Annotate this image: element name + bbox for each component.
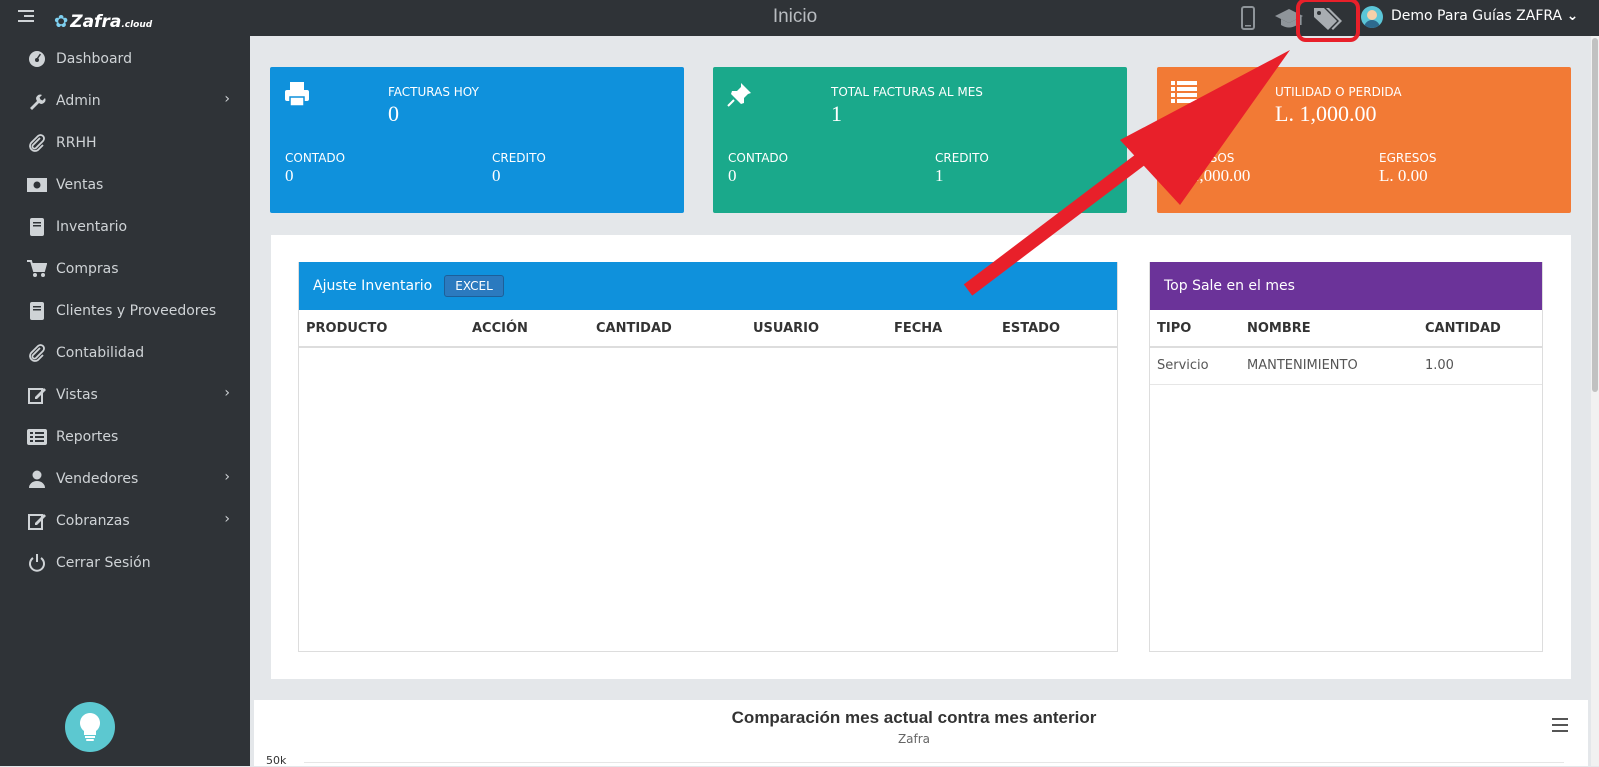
- help-lightbulb-button[interactable]: [65, 702, 115, 752]
- sidebar-item-dashboard[interactable]: Dashboard: [0, 42, 250, 76]
- sidebar-item-cerrar-sesion[interactable]: Cerrar Sesión: [0, 546, 250, 580]
- card-left-value: 0: [285, 166, 294, 185]
- top-bar: ✿ Zafra.cloud Inicio Demo Para Guías ZAFR…: [0, 0, 1599, 42]
- card-right-value: L. 0.00: [1379, 166, 1428, 185]
- card-left-value: L. 1,000.00: [1172, 166, 1251, 185]
- menu-toggle-icon[interactable]: [18, 10, 34, 24]
- utilidad-perdida-card: UTILIDAD O PERDIDA L. 1,000.00 INGRESOS …: [1157, 67, 1571, 213]
- comparison-chart: Comparación mes actual contra mes anteri…: [254, 700, 1588, 767]
- sidebar-item-label: Admin: [56, 93, 101, 109]
- sidebar-item-label: Inventario: [56, 219, 128, 235]
- card-right-value: 0: [492, 166, 501, 185]
- sidebar-item-vendedores[interactable]: Vendedores ›: [0, 462, 250, 496]
- card-title: UTILIDAD O PERDIDA: [1275, 85, 1402, 99]
- card-right-value: 1: [935, 166, 944, 185]
- card-right-label: CREDITO: [935, 151, 989, 165]
- edit-icon: [26, 386, 48, 404]
- lightbulb-icon: [80, 713, 100, 741]
- book-icon: [26, 218, 48, 236]
- card-value: 0: [388, 101, 399, 126]
- facturas-hoy-card: FACTURAS HOY 0 CONTADO 0 CREDITO 0: [270, 67, 684, 213]
- inventory-table-body: [298, 262, 1118, 652]
- edit-icon: [26, 512, 48, 530]
- chart-menu-icon[interactable]: [1552, 718, 1568, 736]
- app-logo[interactable]: ✿ Zafra.cloud: [54, 12, 152, 32]
- total-facturas-mes-card: TOTAL FACTURAS AL MES 1 CONTADO 0 CREDIT…: [713, 67, 1127, 213]
- book-icon: [26, 302, 48, 320]
- chart-subtitle: Zafra: [897, 732, 931, 746]
- sidebar-item-label: Clientes y Proveedores: [56, 303, 217, 319]
- sidebar-item-label: Reportes: [56, 429, 119, 445]
- tags-highlight-annotation: [1296, 0, 1360, 42]
- sidebar-item-clientes-y-proveedores[interactable]: Clientes y Proveedores: [0, 294, 250, 328]
- sidebar-item-cobranzas[interactable]: Cobranzas ›: [0, 504, 250, 538]
- user-menu[interactable]: Demo Para Guías ZAFRA ⌄: [1391, 8, 1578, 24]
- card-left-label: CONTADO: [285, 151, 346, 165]
- sidebar-item-vistas[interactable]: Vistas ›: [0, 378, 250, 412]
- user-icon: [26, 470, 48, 488]
- user-avatar[interactable]: [1361, 6, 1383, 28]
- card-right-label: CREDITO: [492, 151, 546, 165]
- chart-gridline: [304, 762, 1564, 763]
- card-title: FACTURAS HOY: [388, 85, 479, 99]
- mobile-icon[interactable]: [1237, 4, 1259, 32]
- wrench-icon: [26, 92, 48, 110]
- sidebar-item-reportes[interactable]: Reportes: [0, 420, 250, 454]
- paperclip-icon: [26, 134, 48, 152]
- scrollbar-thumb[interactable]: [1592, 38, 1598, 392]
- chevron-right-icon: ›: [224, 469, 230, 485]
- sidebar-item-label: Vistas: [56, 387, 98, 403]
- card-right-label: EGRESOS: [1379, 151, 1437, 165]
- pin-icon: [727, 81, 753, 111]
- sidebar-item-label: Ventas: [56, 177, 104, 193]
- chevron-right-icon: ›: [224, 91, 230, 107]
- chevron-right-icon: ›: [224, 385, 230, 401]
- sidebar-item-rrhh[interactable]: RRHH: [0, 126, 250, 160]
- dashboard-icon: [26, 50, 48, 68]
- chevron-right-icon: ›: [224, 511, 230, 527]
- card-title: TOTAL FACTURAS AL MES: [831, 85, 983, 99]
- sidebar-item-label: Contabilidad: [56, 345, 145, 361]
- sidebar-item-ventas[interactable]: Ventas: [0, 168, 250, 202]
- page-title: Inicio: [772, 6, 818, 27]
- chevron-down-icon: ⌄: [1566, 8, 1579, 24]
- cart-icon: [26, 260, 48, 278]
- sidebar-item-label: Dashboard: [56, 51, 132, 67]
- sidebar-item-admin[interactable]: Admin ›: [0, 84, 250, 118]
- power-icon: [26, 554, 48, 572]
- top-sale-table-body: [1149, 262, 1543, 652]
- paperclip-icon: [26, 344, 48, 362]
- list-icon: [1171, 81, 1197, 107]
- sidebar-item-label: Cerrar Sesión: [56, 555, 151, 571]
- card-left-label: INGRESOS: [1172, 151, 1235, 165]
- sidebar-item-label: Compras: [56, 261, 119, 277]
- card-left-label: CONTADO: [728, 151, 789, 165]
- sidebar-item-inventario[interactable]: Inventario: [0, 210, 250, 244]
- card-left-value: 0: [728, 166, 737, 185]
- y-tick-label: 50k: [266, 754, 287, 767]
- list-icon: [26, 428, 48, 446]
- sidebar-item-contabilidad[interactable]: Contabilidad: [0, 336, 250, 370]
- print-icon: [284, 81, 310, 111]
- sidebar-item-label: Cobranzas: [56, 513, 130, 529]
- money-icon: [26, 176, 48, 194]
- user-name: Demo Para Guías ZAFRA: [1391, 8, 1563, 24]
- sidebar-item-label: Vendedores: [56, 471, 139, 487]
- sidebar-item-label: RRHH: [56, 135, 97, 151]
- chart-title: Comparación mes actual contra mes anteri…: [731, 708, 1097, 727]
- sidebar-item-compras[interactable]: Compras: [0, 252, 250, 286]
- card-value: L. 1,000.00: [1275, 101, 1377, 126]
- card-value: 1: [831, 101, 842, 126]
